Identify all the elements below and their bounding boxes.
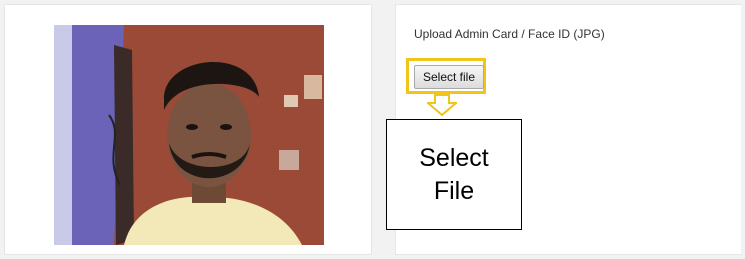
webcam-photo xyxy=(54,25,324,245)
arrow-down-icon xyxy=(427,94,457,116)
select-file-button[interactable]: Select file xyxy=(414,65,484,89)
select-file-callout: Select File xyxy=(386,119,522,230)
upload-label: Upload Admin Card / Face ID (JPG) xyxy=(414,27,605,41)
webcam-preview-panel xyxy=(4,4,372,255)
callout-text: Select File xyxy=(419,143,489,205)
